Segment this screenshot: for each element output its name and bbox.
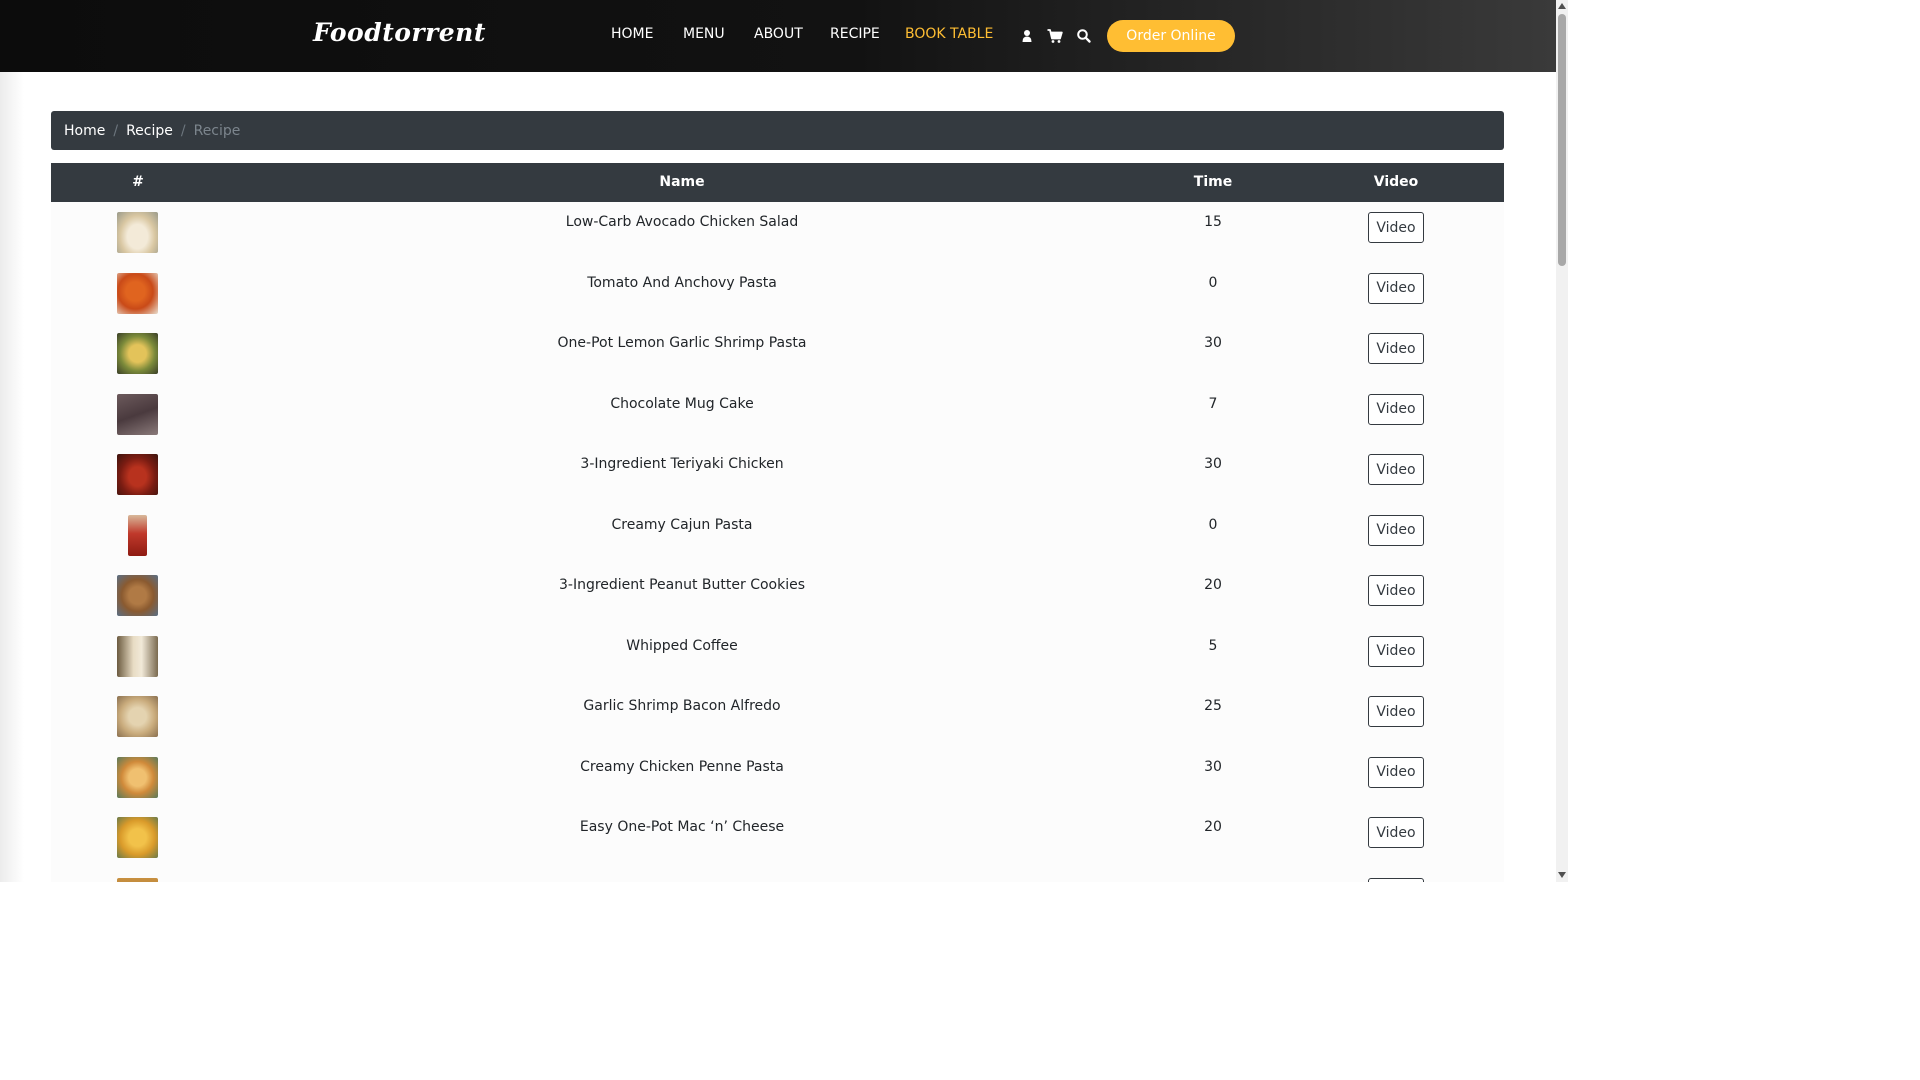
breadcrumb-separator: / <box>113 122 119 139</box>
recipe-thumbnail[interactable] <box>117 756 158 798</box>
recipe-thumbnail[interactable] <box>117 454 158 495</box>
breadcrumb-current: Recipe <box>193 122 241 139</box>
recipe-time: 25 <box>1204 698 1222 714</box>
cart-icon[interactable] <box>1046 27 1064 45</box>
video-button[interactable]: Video <box>1368 877 1424 882</box>
breadcrumb-separator: / <box>180 122 186 139</box>
scroll-up-arrow-icon[interactable] <box>1558 3 1566 9</box>
nav-book-table[interactable]: BOOK TABLE <box>905 26 993 46</box>
recipe-thumbnail[interactable] <box>117 817 158 858</box>
recipe-thumbnail[interactable] <box>117 696 158 737</box>
page-scrollbar[interactable] <box>1556 0 1568 882</box>
breadcrumb-recipe[interactable]: Recipe <box>126 123 173 139</box>
recipe-thumbnail[interactable] <box>117 635 158 677</box>
recipe-thumbnail[interactable] <box>117 212 158 253</box>
breadcrumb-home[interactable]: Home <box>64 123 105 139</box>
video-button[interactable]: Video <box>1368 514 1424 546</box>
recipe-name[interactable]: Tomato And Anchovy Pasta <box>587 275 777 291</box>
video-button[interactable]: Video <box>1368 272 1424 304</box>
table-row: Video <box>51 868 1504 882</box>
video-button[interactable]: Video <box>1368 817 1424 848</box>
recipe-thumbnail[interactable] <box>117 333 158 374</box>
recipe-name[interactable]: Garlic Shrimp Bacon Alfredo <box>583 698 780 714</box>
recipe-name[interactable]: One-Pot Lemon Garlic Shrimp Pasta <box>558 335 807 351</box>
table-row: One-Pot Lemon Garlic Shrimp Pasta 30 Vid… <box>51 323 1504 384</box>
column-header-time: Time <box>1193 174 1233 190</box>
order-online-button[interactable]: Order Online <box>1107 20 1235 52</box>
recipe-thumbnail[interactable] <box>117 877 158 882</box>
video-button[interactable]: Video <box>1368 333 1424 364</box>
recipe-time: 30 <box>1204 335 1222 351</box>
table-row: Easy One-Pot Mac ‘n’ Cheese 20 Video <box>51 807 1504 868</box>
recipe-name[interactable]: Easy One-Pot Mac ‘n’ Cheese <box>580 819 784 835</box>
recipe-time: 20 <box>1204 819 1222 835</box>
recipe-time: 30 <box>1204 456 1222 472</box>
column-header-name: Name <box>659 174 705 190</box>
nav-menu[interactable]: MENU <box>683 26 725 46</box>
table-row: Garlic Shrimp Bacon Alfredo 25 Video <box>51 686 1504 747</box>
scrollbar-thumb[interactable] <box>1558 14 1566 266</box>
recipe-time: 7 <box>1208 395 1218 412</box>
recipe-time: 30 <box>1204 758 1222 775</box>
recipe-name[interactable]: 3-Ingredient Teriyaki Chicken <box>580 456 783 472</box>
recipe-table-header: # Name Time Video <box>51 163 1504 202</box>
recipe-name[interactable]: Creamy Chicken Penne Pasta <box>580 759 784 775</box>
video-button[interactable]: Video <box>1368 393 1424 425</box>
table-row: Chocolate Mug Cake 7 Video <box>51 384 1504 445</box>
column-header-index: # <box>132 174 144 190</box>
nav-about[interactable]: ABOUT <box>754 26 803 46</box>
recipe-time: 20 <box>1204 577 1222 593</box>
breadcrumb: Home / Recipe / Recipe <box>51 111 1504 150</box>
recipe-name[interactable]: 3-Ingredient Peanut Butter Cookies <box>559 577 805 593</box>
user-icon[interactable] <box>1018 27 1036 45</box>
table-row: Whipped Coffee 5 Video <box>51 626 1504 687</box>
recipe-thumbnail[interactable] <box>117 393 158 435</box>
recipe-thumbnail[interactable] <box>128 514 147 556</box>
recipe-time: 15 <box>1204 214 1222 230</box>
recipe-thumbnail[interactable] <box>117 272 158 314</box>
recipe-name[interactable]: Low-Carb Avocado Chicken Salad <box>566 214 798 230</box>
table-row: 3-Ingredient Peanut Butter Cookies 20 Vi… <box>51 565 1504 626</box>
nav-home[interactable]: HOME <box>611 26 653 46</box>
table-row: Creamy Chicken Penne Pasta 30 Video <box>51 747 1504 808</box>
site-header: Foodtorrent HOME MENU ABOUT RECIPE BOOK … <box>0 0 1556 72</box>
table-row: Low-Carb Avocado Chicken Salad 15 Video <box>51 202 1504 263</box>
table-row: Creamy Cajun Pasta 0 Video <box>51 505 1504 566</box>
recipe-name[interactable]: Creamy Cajun Pasta <box>612 517 753 533</box>
search-icon[interactable] <box>1075 27 1093 45</box>
nav-recipe[interactable]: RECIPE <box>830 26 880 46</box>
table-row: Tomato And Anchovy Pasta 0 Video <box>51 263 1504 324</box>
brand-logo[interactable]: Foodtorrent <box>313 18 486 47</box>
video-button[interactable]: Video <box>1368 212 1424 243</box>
recipe-table-body: Low-Carb Avocado Chicken Salad 15 Video … <box>51 202 1504 882</box>
video-button[interactable]: Video <box>1368 696 1424 727</box>
page-left-shade <box>0 72 24 882</box>
scroll-down-arrow-icon[interactable] <box>1558 872 1566 878</box>
video-button[interactable]: Video <box>1368 454 1424 485</box>
recipe-time: 5 <box>1208 637 1218 654</box>
column-header-video: Video <box>1373 174 1419 190</box>
video-button[interactable]: Video <box>1368 756 1424 788</box>
table-row: 3-Ingredient Teriyaki Chicken 30 Video <box>51 444 1504 505</box>
video-button[interactable]: Video <box>1368 575 1424 606</box>
recipe-name[interactable]: Chocolate Mug Cake <box>610 396 753 412</box>
recipe-time: 0 <box>1208 516 1218 533</box>
recipe-thumbnail[interactable] <box>117 575 158 616</box>
recipe-name[interactable]: Whipped Coffee <box>626 638 738 654</box>
video-button[interactable]: Video <box>1368 635 1424 667</box>
recipe-time: 0 <box>1208 274 1218 291</box>
